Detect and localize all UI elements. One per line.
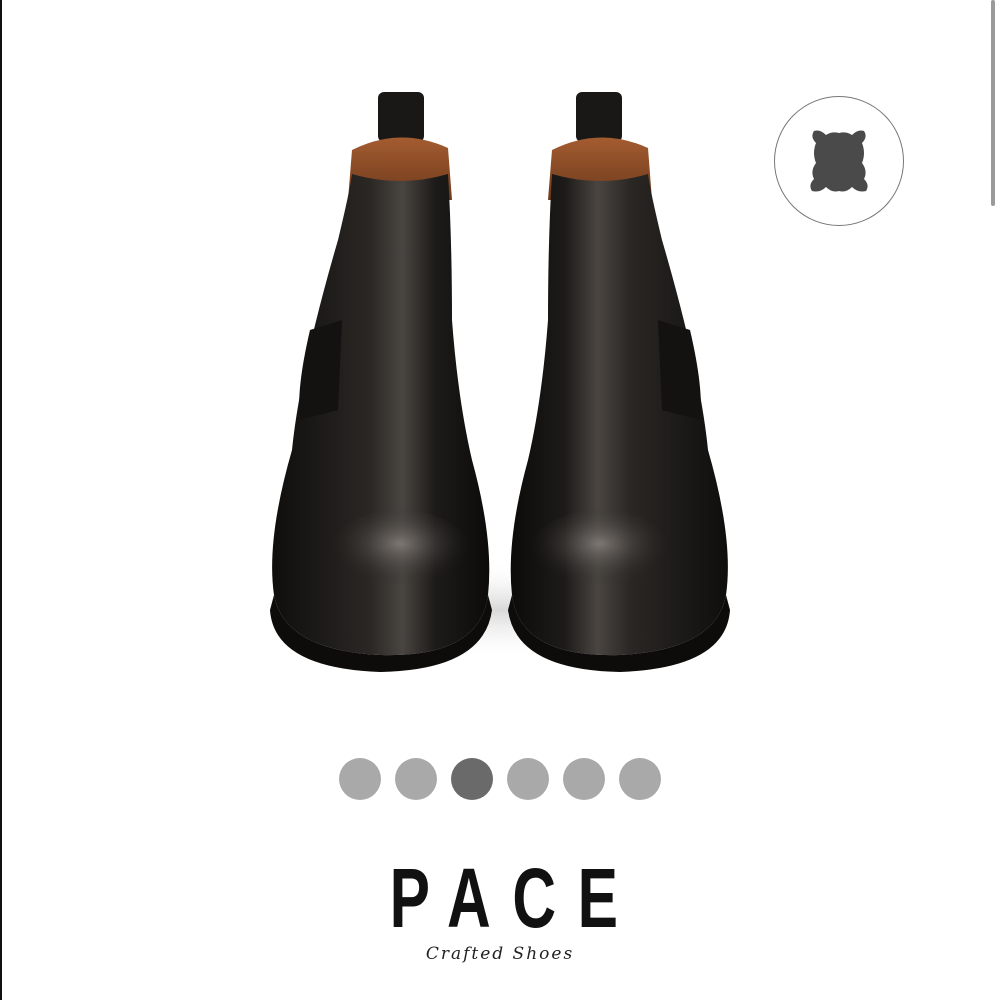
carousel-dot[interactable] [507, 758, 549, 800]
scrollbar[interactable] [991, 0, 995, 206]
window-edge [0, 0, 2, 1000]
carousel-dot-active[interactable] [451, 758, 493, 800]
product-image[interactable] [230, 70, 770, 690]
leather-badge [774, 96, 904, 226]
brand-logo: PACE Crafted Shoes [0, 856, 1000, 964]
leather-hide-icon [810, 130, 868, 192]
brand-name: PACE [390, 851, 640, 945]
product-page: PACE Crafted Shoes [0, 0, 1000, 1000]
brand-tagline: Crafted Shoes [425, 944, 575, 964]
carousel-dot[interactable] [339, 758, 381, 800]
left-boot [270, 92, 492, 672]
right-boot [508, 92, 730, 672]
carousel-dot[interactable] [395, 758, 437, 800]
carousel-dots [339, 758, 661, 800]
carousel-dot[interactable] [563, 758, 605, 800]
carousel-dot[interactable] [619, 758, 661, 800]
